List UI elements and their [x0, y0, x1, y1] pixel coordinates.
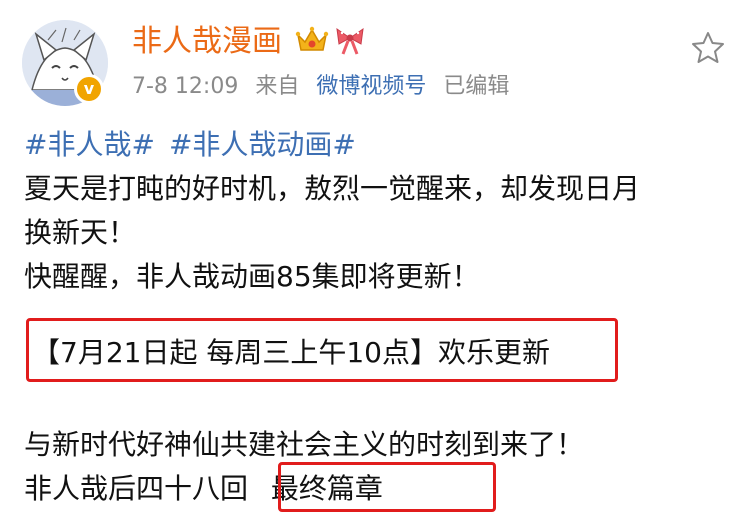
post-meta: 7-8 12:09 来自 微博视频号 已编辑 [132, 72, 519, 102]
verified-badge-icon: v [74, 74, 104, 104]
topic-link[interactable]: #非人哉# [24, 128, 155, 161]
crown-icon[interactable] [295, 25, 329, 55]
post-text-line: 快醒醒，非人哉动画85集即将更新！ [24, 260, 480, 293]
post-time: 7-8 12:09 [132, 74, 239, 99]
username[interactable]: 非人哉漫画 [132, 24, 282, 60]
source-from-label: 来自 [255, 74, 300, 99]
post-text-line: 换新天！ [24, 216, 137, 249]
source-link[interactable]: 微博视频号 [316, 74, 426, 99]
post-text-line: 夏天是打盹的好时机，敖烈一觉醒来，却发现日月 [24, 172, 641, 205]
topic-link[interactable]: #非人哉动画# [169, 128, 356, 161]
post-text-line: 与新时代好神仙共建社会主义的时刻到来了！ [24, 428, 585, 461]
star-icon[interactable] [690, 30, 726, 66]
bow-icon[interactable] [333, 24, 367, 56]
edited-label[interactable]: 已编辑 [443, 74, 509, 99]
topic-line: #非人哉# #非人哉动画# [24, 126, 370, 164]
post-text-segment: 非人哉后四十八回 [24, 472, 249, 505]
schedule-text: 【7月21日起 每周三上午10点】欢乐更新 [32, 336, 550, 369]
highlight-box [278, 462, 496, 512]
